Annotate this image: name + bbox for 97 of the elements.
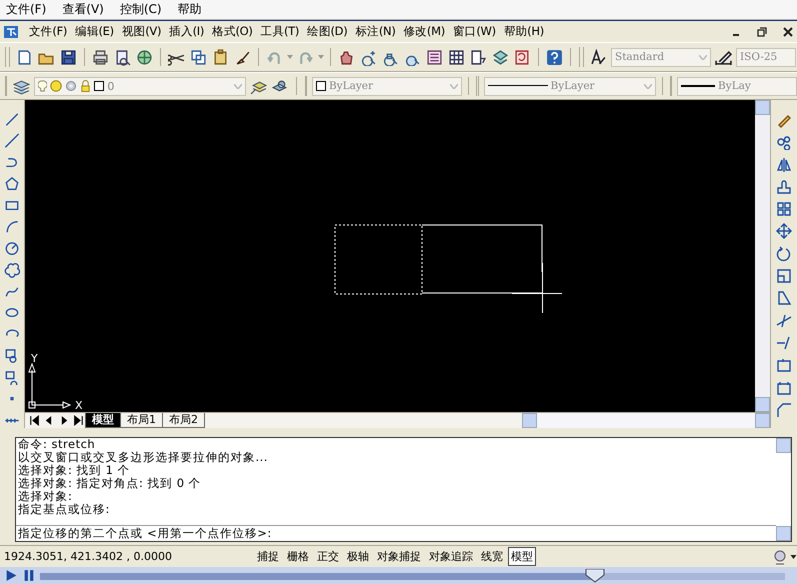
tray-icon[interactable] xyxy=(772,548,788,564)
copy-objects-icon[interactable] xyxy=(776,134,792,150)
command-prompt[interactable]: 指定位移的第二个点或 <用第一个点作位移>: xyxy=(16,525,776,541)
menu-item[interactable]: 文件(F) xyxy=(29,24,68,39)
dimension-style-icon[interactable] xyxy=(715,48,732,66)
status-toggle[interactable]: 极轴 xyxy=(344,547,372,566)
print-preview-icon[interactable] xyxy=(114,48,131,66)
zoom-icon[interactable] xyxy=(360,48,377,66)
last-tab-icon[interactable] xyxy=(72,414,86,427)
command-history-line: 选择对象: xyxy=(18,490,74,503)
extend-icon[interactable] xyxy=(776,334,792,351)
command-history-line: 选择对象: 找到 1 个 xyxy=(18,464,132,477)
sun-icon xyxy=(50,80,62,92)
menu-item[interactable]: 查看(V) xyxy=(62,1,104,18)
pause-icon[interactable] xyxy=(22,569,36,582)
menu-item[interactable]: 帮助 xyxy=(178,1,202,18)
seek-handle[interactable] xyxy=(585,568,606,582)
menu-item[interactable]: 插入(I) xyxy=(169,24,204,39)
cloud-icon[interactable] xyxy=(4,262,20,278)
layout-tab[interactable]: 布局1 xyxy=(120,413,163,428)
line-sample-icon xyxy=(681,85,716,87)
vertical-scrollbar[interactable] xyxy=(755,100,770,412)
menu-item[interactable]: 工具(T) xyxy=(260,24,300,39)
stretch-icon[interactable] xyxy=(776,290,792,306)
mirror-icon[interactable] xyxy=(776,156,792,173)
break-at-point-icon[interactable] xyxy=(776,380,792,396)
command-history-line: 选择对象: 指定对角点: 找到 0 个 xyxy=(18,477,202,490)
offset-icon[interactable] xyxy=(776,178,792,195)
status-toggle[interactable]: 对象追踪 xyxy=(426,547,476,566)
paste-icon[interactable] xyxy=(212,48,229,66)
command-history-line: 命令: stretch xyxy=(18,438,96,451)
copy-icon[interactable] xyxy=(190,48,207,66)
app-logo-icon xyxy=(3,24,19,40)
line-icon[interactable] xyxy=(4,112,20,128)
menu-item[interactable]: 文件(F) xyxy=(6,1,46,18)
sheet-icon[interactable] xyxy=(492,48,509,66)
globe-icon[interactable] xyxy=(136,48,153,66)
color-swatch-icon xyxy=(94,81,104,91)
array-icon[interactable] xyxy=(776,201,792,218)
drawing-canvas[interactable]: Y X xyxy=(25,100,755,412)
markup-icon[interactable] xyxy=(514,48,531,66)
color-swatch-icon xyxy=(316,81,326,91)
menu-item[interactable]: 控制(C) xyxy=(120,1,162,18)
crosshair-cursor xyxy=(512,262,562,314)
axis-label: Y xyxy=(31,352,38,365)
menu-item[interactable]: 修改(M) xyxy=(404,24,445,39)
arc-icon[interactable] xyxy=(4,219,20,235)
new-file-icon[interactable] xyxy=(16,48,33,66)
lightbulb-icon xyxy=(38,80,48,92)
document-arrow-icon[interactable] xyxy=(470,48,487,66)
scale-icon[interactable] xyxy=(776,268,792,284)
caret-icon[interactable] xyxy=(790,554,797,558)
lock-icon xyxy=(80,80,92,92)
menu-item[interactable]: 视图(V) xyxy=(122,24,162,39)
rotate-icon[interactable] xyxy=(776,246,792,262)
make-block-icon[interactable] xyxy=(4,370,20,385)
layers-icon[interactable] xyxy=(13,78,30,94)
command-history-line: 指定基点或位移: xyxy=(18,503,111,516)
ucs-axis-icon xyxy=(28,364,72,408)
layout-tab[interactable]: 布局2 xyxy=(162,413,205,428)
trim-icon[interactable] xyxy=(776,312,792,329)
gear-icon xyxy=(65,80,78,92)
polygon-icon[interactable] xyxy=(4,176,20,192)
first-tab-icon[interactable] xyxy=(27,414,41,427)
construction-line-icon[interactable] xyxy=(4,133,20,149)
play-icon[interactable] xyxy=(4,569,18,582)
menu-item[interactable]: 编辑(E) xyxy=(75,24,114,39)
status-toggle[interactable]: 正交 xyxy=(314,547,342,566)
menu-item[interactable]: 绘图(D) xyxy=(307,24,348,39)
status-toggle[interactable]: 模型 xyxy=(508,547,536,566)
restore-icon[interactable] xyxy=(757,26,767,36)
status-toggle[interactable]: 捕捉 xyxy=(254,547,282,566)
line-sample-icon xyxy=(488,85,548,87)
menu-item[interactable]: 标注(N) xyxy=(355,24,396,39)
status-toggle[interactable]: 栅格 xyxy=(284,547,312,566)
menu-item[interactable]: 格式(O) xyxy=(212,24,253,39)
move-icon[interactable] xyxy=(776,223,792,240)
help-icon[interactable] xyxy=(546,48,563,66)
save-icon[interactable] xyxy=(60,48,77,66)
table-grid-icon[interactable] xyxy=(448,48,465,66)
axis-label: X xyxy=(75,399,83,412)
coordinates-display: 1924.3051, 421.3402 , 0.0000 xyxy=(4,550,173,563)
status-toggle[interactable]: 线宽 xyxy=(478,547,506,566)
break-icon[interactable] xyxy=(776,357,792,374)
printer-icon[interactable] xyxy=(92,48,109,66)
layout-tab[interactable]: 模型 xyxy=(85,413,121,428)
layer-previous-icon[interactable] xyxy=(272,78,290,94)
status-toggle[interactable]: 对象捕捉 xyxy=(374,547,424,566)
horizontal-scrollbar[interactable] xyxy=(522,413,770,428)
menu-item[interactable]: 窗口(W) xyxy=(452,24,496,39)
menu-item[interactable]: 帮助(H) xyxy=(504,24,544,39)
command-history-line: 以交叉窗口或交叉多边形选择要拉伸的对象... xyxy=(18,451,269,464)
text-style-icon[interactable] xyxy=(590,48,607,66)
properties-icon[interactable] xyxy=(426,48,443,66)
vertical-scrollbar[interactable] xyxy=(776,438,791,541)
close-icon[interactable] xyxy=(783,26,793,36)
chamfer-icon[interactable] xyxy=(776,402,792,418)
